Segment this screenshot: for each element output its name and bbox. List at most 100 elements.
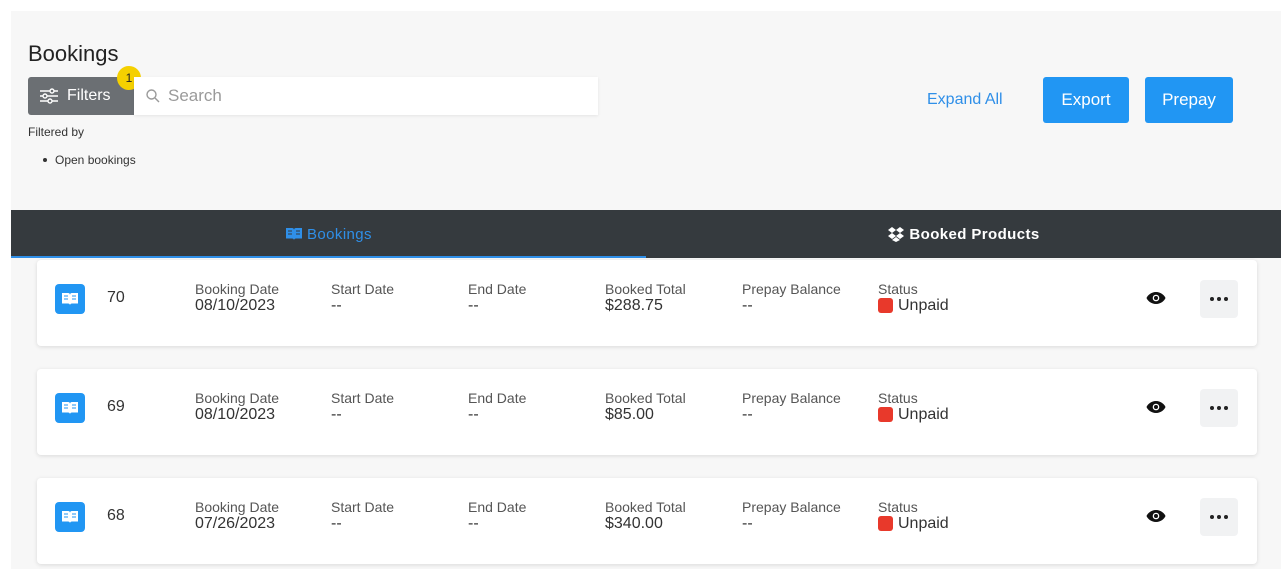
status-field: Status Unpaid [878,281,949,314]
status-label: Status [878,390,918,406]
filters-label: Filters [67,87,111,104]
more-options-button[interactable] [1200,280,1238,318]
end-date-value: -- [468,297,479,314]
status-indicator [878,516,893,531]
page-header: Bookings Filters 1 Filtered by Open book… [11,11,1281,210]
end-date-label: End Date [468,499,527,515]
tab-booked-products-label: Booked Products [909,225,1040,243]
booking-icon [55,284,85,314]
booked-total-value: $340.00 [605,515,663,532]
bookings-page: Bookings Filters 1 Filtered by Open book… [11,11,1281,569]
end-date-field: End Date -- [468,499,526,532]
prepay-balance-label: Prepay Balance [742,281,841,297]
prepay-balance-value: -- [742,406,753,423]
booking-id: 70 [107,289,125,306]
status-text: Unpaid [898,515,949,532]
status-label: Status [878,281,918,297]
prepay-button[interactable]: Prepay [1145,77,1233,123]
end-date-value: -- [468,406,479,423]
page-title: Bookings [28,41,119,66]
booking-date-field: Booking Date 08/10/2023 [195,281,279,314]
start-date-value: -- [331,406,342,423]
dropbox-icon [888,227,905,242]
book-open-icon [286,228,303,240]
search-box [134,77,598,115]
search-icon [146,89,160,103]
booking-id: 69 [107,398,125,415]
booked-total-value: $288.75 [605,297,663,314]
active-filter-item: Open bookings [43,153,136,167]
view-button[interactable] [1144,286,1168,310]
dot-icon [1224,297,1228,301]
start-date-label: Start Date [331,281,395,297]
start-date-label: Start Date [331,499,395,515]
booking-icon [55,393,85,423]
booked-total-field: Booked Total $340.00 [605,499,686,532]
more-options-button[interactable] [1200,498,1238,536]
booked-total-label: Booked Total [605,281,686,297]
start-date-field: Start Date -- [331,499,394,532]
booked-total-value: $85.00 [605,406,654,423]
booked-total-field: Booked Total $85.00 [605,390,686,423]
dot-icon [1217,297,1221,301]
booking-date-label: Booking Date [195,390,280,406]
status-value: Unpaid [878,515,949,532]
status-field: Status Unpaid [878,390,949,423]
booking-card[interactable]: 69 Booking Date 08/10/2023 Start Date --… [37,369,1257,455]
more-options-button[interactable] [1200,389,1238,427]
end-date-field: End Date -- [468,281,526,314]
booking-date-value: 08/10/2023 [195,406,276,423]
expand-all-link[interactable]: Expand All [927,91,1003,109]
status-field: Status Unpaid [878,499,949,532]
export-button[interactable]: Export [1043,77,1129,123]
start-date-value: -- [331,297,342,314]
end-date-label: End Date [468,281,527,297]
booked-total-label: Booked Total [605,390,686,406]
view-button[interactable] [1144,504,1168,528]
tab-bookings-label: Bookings [307,225,372,243]
eye-icon [1146,292,1166,304]
status-value: Unpaid [878,406,949,423]
tab-bar: Bookings Booked Products [11,210,1281,258]
start-date-value: -- [331,515,342,532]
booking-id: 68 [107,507,125,524]
prepay-balance-field: Prepay Balance -- [742,390,841,423]
view-button[interactable] [1144,395,1168,419]
booking-date-field: Booking Date 07/26/2023 [195,499,279,532]
booking-date-label: Booking Date [195,499,280,515]
dot-icon [1224,515,1228,519]
booked-total-field: Booked Total $288.75 [605,281,686,314]
status-indicator [878,407,893,422]
prepay-balance-value: -- [742,515,753,532]
status-indicator [878,298,893,313]
booking-date-field: Booking Date 08/10/2023 [195,390,279,423]
booking-card[interactable]: 70 Booking Date 08/10/2023 Start Date --… [37,260,1257,346]
tab-bookings[interactable]: Bookings [11,210,646,258]
tab-booked-products[interactable]: Booked Products [646,210,1281,258]
filtered-by-label: Filtered by [28,125,85,139]
eye-icon [1146,401,1166,413]
status-value: Unpaid [878,297,949,314]
dot-icon [1217,515,1221,519]
sliders-icon [40,88,58,104]
status-text: Unpaid [898,406,949,423]
status-text: Unpaid [898,297,949,314]
book-open-icon [62,402,78,414]
dot-icon [1224,406,1228,410]
dot-icon [1210,297,1214,301]
end-date-label: End Date [468,390,527,406]
prepay-balance-field: Prepay Balance -- [742,281,841,314]
prepay-balance-value: -- [742,297,753,314]
dot-icon [1217,406,1221,410]
search-input[interactable] [168,86,588,106]
prepay-balance-label: Prepay Balance [742,499,841,515]
booked-total-label: Booked Total [605,499,686,515]
booking-date-label: Booking Date [195,281,280,297]
book-open-icon [62,511,78,523]
booking-card[interactable]: 68 Booking Date 07/26/2023 Start Date --… [37,478,1257,564]
status-label: Status [878,499,918,515]
booking-date-value: 07/26/2023 [195,515,276,532]
eye-icon [1146,510,1166,522]
start-date-field: Start Date -- [331,281,394,314]
active-filter-label: Open bookings [55,153,136,167]
